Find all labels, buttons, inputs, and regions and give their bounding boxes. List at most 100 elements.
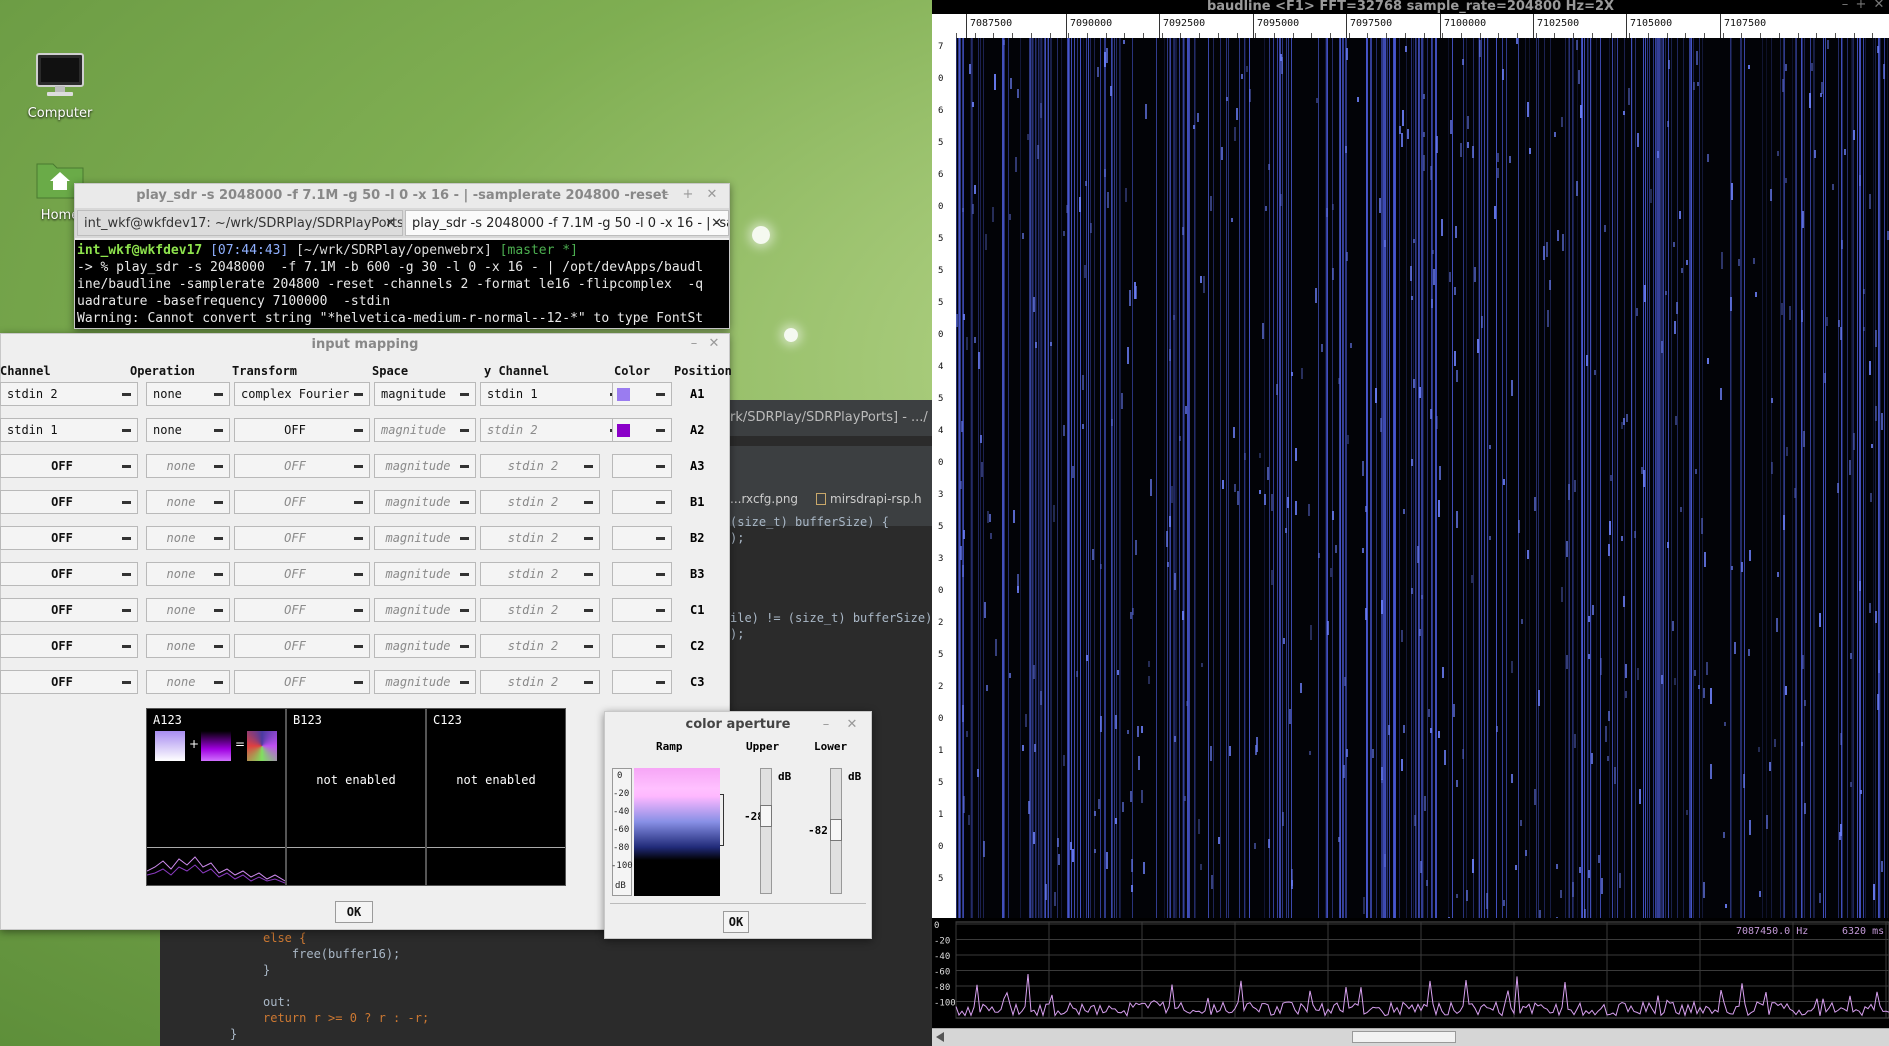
color-select[interactable] [612, 670, 672, 694]
space-select[interactable]: magnitude [374, 634, 476, 658]
space-select[interactable]: magnitude [374, 526, 476, 550]
close-icon[interactable]: ✕ [705, 188, 719, 202]
upper-slider[interactable] [760, 768, 772, 894]
scrollbar-thumb[interactable] [1352, 1031, 1456, 1043]
waterfall-speckle [1783, 515, 1785, 530]
channel-select[interactable]: stdin 1 [0, 418, 138, 442]
waterfall-speckle [1362, 461, 1364, 476]
ychannel-select[interactable]: stdin 2 [480, 526, 600, 550]
minimize-icon[interactable]: – [1838, 0, 1852, 12]
waterfall-speckle [1579, 867, 1581, 873]
time-ruler[interactable]: 7 0 6 5 6 0 5 5 5 0 4 5 4 0 3 5 3 0 2 5 2 0 1 5 1 0 5 [932, 38, 956, 918]
channel-select[interactable]: stdin 2 [0, 382, 138, 406]
waterfall-signal-line [1683, 38, 1684, 918]
close-icon[interactable]: ✕ [707, 337, 721, 351]
color-select[interactable] [612, 454, 672, 478]
channel-select[interactable]: OFF [0, 526, 138, 550]
color-select[interactable] [612, 490, 672, 514]
ychannel-select[interactable]: stdin 2 [480, 562, 600, 586]
waterfall-signal-line [1288, 38, 1289, 918]
space-select[interactable]: magnitude [374, 490, 476, 514]
waterfall-speckle [1674, 678, 1676, 685]
channel-select[interactable]: OFF [0, 562, 138, 586]
spectrum-display[interactable]: 0 -20 -40 -60 -80 -100 7087450.0 Hz 6320 ms [932, 918, 1889, 1028]
ide-tab[interactable]: mirsdrapi-rsp.h [816, 492, 922, 516]
operation-select[interactable]: none [146, 382, 230, 406]
waterfall-signal-line [1376, 38, 1377, 918]
waterfall-spectrogram[interactable] [956, 38, 1889, 918]
transform-select[interactable]: OFF [234, 598, 370, 622]
terminal-window[interactable]: play_sdr -s 2048000 -f 7.1M -g 50 -l 0 -… [74, 183, 730, 329]
waterfall-speckle [1802, 211, 1804, 228]
minimize-icon[interactable]: – [819, 718, 833, 732]
operation-select[interactable]: none [146, 490, 230, 514]
frequency-ruler[interactable]: 7087500 7090000 7092500 7095000 7097500 71000… [956, 14, 1889, 38]
maximize-icon[interactable]: + [681, 188, 695, 202]
transform-select[interactable]: OFF [234, 562, 370, 586]
operation-select[interactable]: none [146, 418, 230, 442]
ychannel-select[interactable]: stdin 2 [480, 454, 600, 478]
transform-select[interactable]: OFF [234, 490, 370, 514]
transform-select[interactable]: OFF [234, 418, 370, 442]
color-ramp[interactable] [634, 768, 720, 896]
transform-select[interactable]: OFF [234, 634, 370, 658]
transform-select[interactable]: OFF [234, 454, 370, 478]
color-select[interactable] [612, 382, 672, 406]
space-select[interactable]: magnitude [374, 454, 476, 478]
channel-select[interactable]: OFF [0, 634, 138, 658]
channel-select[interactable]: OFF [0, 670, 138, 694]
minimize-icon[interactable]: – [687, 337, 701, 351]
channel-select[interactable]: OFF [0, 454, 138, 478]
color-select[interactable] [612, 598, 672, 622]
ychannel-select[interactable]: stdin 2 [480, 418, 626, 442]
space-select[interactable]: magnitude [374, 418, 476, 442]
waterfall-speckle [1345, 146, 1347, 153]
time-tick-label: 0 [938, 330, 944, 340]
space-select[interactable]: magnitude [374, 670, 476, 694]
space-select[interactable]: magnitude [374, 598, 476, 622]
input-mapping-ok-button[interactable]: OK [335, 901, 373, 923]
space-select[interactable]: magnitude [374, 562, 476, 586]
horizontal-scrollbar[interactable] [932, 1028, 1889, 1046]
terminal-output[interactable]: int_wkf@wkfdev17 [07:44:43] [~/wrk/SDRPl… [75, 240, 729, 328]
lower-slider[interactable] [830, 768, 842, 894]
ychannel-select[interactable]: stdin 2 [480, 670, 600, 694]
desktop-icon-computer[interactable]: Computer [20, 52, 100, 121]
terminal-tab-active[interactable]: play_sdr -s 2048000 -f 7.1M -g 50 -l 0 -… [405, 210, 729, 236]
lower-slider-handle[interactable] [830, 819, 842, 841]
ychannel-select[interactable]: stdin 2 [480, 634, 600, 658]
close-tab-icon[interactable]: ✕ [711, 211, 722, 235]
maximize-icon[interactable]: + [1854, 0, 1868, 12]
close-icon[interactable]: ✕ [1872, 0, 1886, 12]
color-select[interactable] [612, 634, 672, 658]
transform-select[interactable]: OFF [234, 526, 370, 550]
channel-select[interactable]: OFF [0, 598, 138, 622]
ide-tab[interactable]: ...rxcfg.png [730, 492, 798, 516]
close-tab-icon[interactable]: ✕ [385, 211, 396, 235]
operation-select[interactable]: none [146, 634, 230, 658]
ychannel-select[interactable]: stdin 2 [480, 598, 600, 622]
color-select[interactable] [612, 526, 672, 550]
space-select[interactable]: magnitude [374, 382, 476, 406]
color-select[interactable] [612, 562, 672, 586]
transform-select[interactable]: complex Fourier [234, 382, 370, 406]
operation-select[interactable]: none [146, 670, 230, 694]
terminal-tab[interactable]: int_wkf@wkfdev17: ~/wrk/SDRPlay/SDRPlayP… [77, 210, 403, 236]
upper-slider-handle[interactable] [760, 805, 772, 827]
operation-select[interactable]: none [146, 526, 230, 550]
ychannel-select[interactable]: stdin 2 [480, 490, 600, 514]
ychannel-select[interactable]: stdin 1 [480, 382, 626, 406]
input-mapping-row: stdin 1 none OFF magnitude stdin 2 A2 [0, 418, 730, 444]
close-icon[interactable]: ✕ [845, 718, 859, 732]
operation-select[interactable]: none [146, 598, 230, 622]
channel-select[interactable]: OFF [0, 490, 138, 514]
scroll-left-icon[interactable] [936, 1032, 944, 1042]
color-select[interactable] [612, 418, 672, 442]
operation-select[interactable]: none [146, 562, 230, 586]
operation-select[interactable]: none [146, 454, 230, 478]
baudline-window[interactable]: baudline <F1> FFT=32768 sample_rate=2048… [932, 0, 1889, 1046]
spectrum-tick-label: -80 [934, 983, 950, 993]
transform-select[interactable]: OFF [234, 670, 370, 694]
color-aperture-ok-button[interactable]: OK [723, 911, 749, 933]
minimize-icon[interactable]: – [659, 188, 673, 202]
